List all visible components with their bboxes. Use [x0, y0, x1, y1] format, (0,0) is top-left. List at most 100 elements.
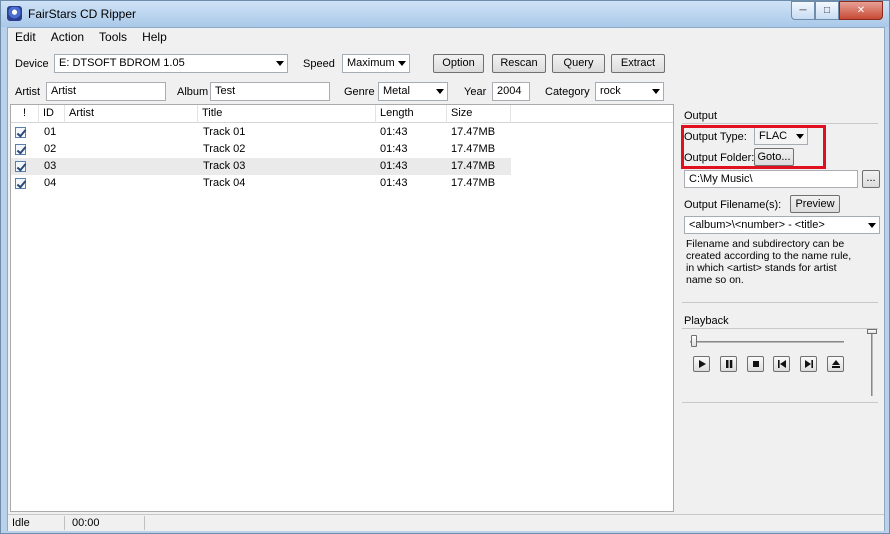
chevron-down-icon: [276, 61, 284, 66]
track-checkbox[interactable]: [15, 144, 26, 155]
category-value: rock: [600, 85, 621, 97]
track-length: 01:43: [380, 126, 408, 138]
track-length: 01:43: [380, 143, 408, 155]
track-id: 04: [44, 177, 57, 189]
column-header-length[interactable]: Length: [376, 105, 447, 123]
table-row[interactable]: 04 Track 04 01:43 17.47MB: [11, 175, 511, 192]
column-header-artist[interactable]: Artist: [65, 105, 198, 123]
chevron-down-icon: [796, 134, 804, 139]
position-slider-thumb[interactable]: [691, 335, 697, 347]
title-bar[interactable]: FairStars CD Ripper ─ □ ✕: [1, 1, 889, 27]
skip-forward-icon: [805, 360, 813, 368]
track-length: 01:43: [380, 160, 408, 172]
year-input[interactable]: 2004: [492, 82, 530, 101]
chevron-down-icon: [868, 223, 876, 228]
output-type-select[interactable]: FLAC: [754, 127, 808, 145]
device-label: Device: [15, 58, 49, 70]
output-filename-value: <album>\<number> - <title>: [689, 219, 825, 231]
maximize-button[interactable]: □: [815, 1, 839, 20]
volume-slider-thumb[interactable]: [867, 329, 877, 334]
minimize-button[interactable]: ─: [791, 1, 815, 20]
track-id: 01: [44, 126, 57, 138]
track-list-header: ! ID Artist Title Length Size: [11, 105, 673, 123]
output-filename-select[interactable]: <album>\<number> - <title>: [684, 216, 880, 234]
menu-edit[interactable]: Edit: [8, 28, 44, 47]
stop-button[interactable]: [747, 356, 764, 372]
chevron-down-icon: [652, 89, 660, 94]
output-panel: Output Output Type: FLAC Output Folder: …: [676, 104, 884, 512]
genre-select[interactable]: Metal: [378, 82, 448, 101]
play-button[interactable]: [693, 356, 710, 372]
output-type-value: FLAC: [759, 130, 788, 142]
genre-value: Metal: [383, 85, 410, 97]
pause-button[interactable]: [720, 356, 737, 372]
table-row[interactable]: 02 Track 02 01:43 17.47MB: [11, 141, 511, 158]
track-checkbox[interactable]: [15, 127, 26, 138]
output-filename-label: Output Filename(s):: [684, 199, 782, 211]
eject-button[interactable]: [827, 356, 844, 372]
artist-input[interactable]: Artist: [46, 82, 166, 101]
column-header-size[interactable]: Size: [447, 105, 511, 123]
album-input[interactable]: Test: [210, 82, 330, 101]
divider: [682, 123, 878, 124]
play-icon: [699, 360, 706, 368]
output-folder-label: Output Folder:: [684, 152, 755, 164]
menu-help[interactable]: Help: [135, 28, 175, 47]
table-row[interactable]: 01 Track 01 01:43 17.47MB: [11, 124, 511, 141]
menu-action[interactable]: Action: [44, 28, 92, 47]
window-title: FairStars CD Ripper: [28, 7, 137, 21]
artist-label: Artist: [15, 86, 41, 98]
track-size: 17.47MB: [451, 143, 496, 155]
speed-select[interactable]: Maximum: [342, 54, 410, 73]
track-list[interactable]: ! ID Artist Title Length Size 01 Track 0…: [10, 104, 674, 512]
next-track-button[interactable]: [800, 356, 817, 372]
browse-button[interactable]: ...: [862, 170, 880, 188]
option-button[interactable]: Option: [433, 54, 484, 73]
track-size: 17.47MB: [451, 126, 496, 138]
rescan-button[interactable]: Rescan: [492, 54, 546, 73]
extract-button[interactable]: Extract: [611, 54, 665, 73]
close-button[interactable]: ✕: [839, 1, 883, 20]
divider: [682, 402, 878, 403]
position-slider-track[interactable]: [690, 341, 844, 343]
status-time: 00:00: [72, 517, 100, 529]
speed-value: Maximum: [347, 57, 395, 69]
track-size: 17.47MB: [451, 160, 496, 172]
menu-tools[interactable]: Tools: [92, 28, 135, 47]
stop-icon: [753, 361, 759, 367]
previous-track-button[interactable]: [773, 356, 790, 372]
goto-button[interactable]: Goto...: [754, 148, 794, 166]
divider: [64, 516, 65, 530]
eject-icon: [832, 360, 840, 368]
chevron-down-icon: [436, 89, 444, 94]
table-row[interactable]: 03 Track 03 01:43 17.47MB: [11, 158, 511, 175]
track-title: Track 02: [203, 143, 246, 155]
track-title: Track 03: [203, 160, 246, 172]
track-id: 02: [44, 143, 57, 155]
device-select[interactable]: E: DTSOFT BDROM 1.05: [54, 54, 288, 73]
column-header-id[interactable]: ID: [39, 105, 65, 123]
column-header-title[interactable]: Title: [198, 105, 376, 123]
menu-bar: Edit Action Tools Help: [8, 28, 884, 47]
divider: [144, 516, 145, 530]
output-type-label: Output Type:: [684, 131, 747, 143]
category-label: Category: [545, 86, 590, 98]
status-bar: Idle 00:00: [8, 514, 884, 531]
column-header-check[interactable]: !: [11, 105, 39, 123]
album-label: Album: [177, 86, 209, 98]
track-length: 01:43: [380, 177, 408, 189]
track-checkbox[interactable]: [15, 178, 26, 189]
track-size: 17.47MB: [451, 177, 496, 189]
category-select[interactable]: rock: [595, 82, 664, 101]
divider: [682, 302, 878, 303]
device-value: E: DTSOFT BDROM 1.05: [59, 57, 185, 69]
status-state: Idle: [12, 517, 30, 529]
client-area: Edit Action Tools Help Device E: DTSOFT …: [7, 27, 885, 531]
volume-slider-track[interactable]: [871, 332, 873, 396]
preview-button[interactable]: Preview: [790, 195, 840, 213]
divider: [682, 328, 878, 329]
skip-back-icon: [778, 360, 786, 368]
track-checkbox[interactable]: [15, 161, 26, 172]
query-button[interactable]: Query: [552, 54, 605, 73]
output-folder-input[interactable]: C:\My Music\: [684, 170, 858, 188]
